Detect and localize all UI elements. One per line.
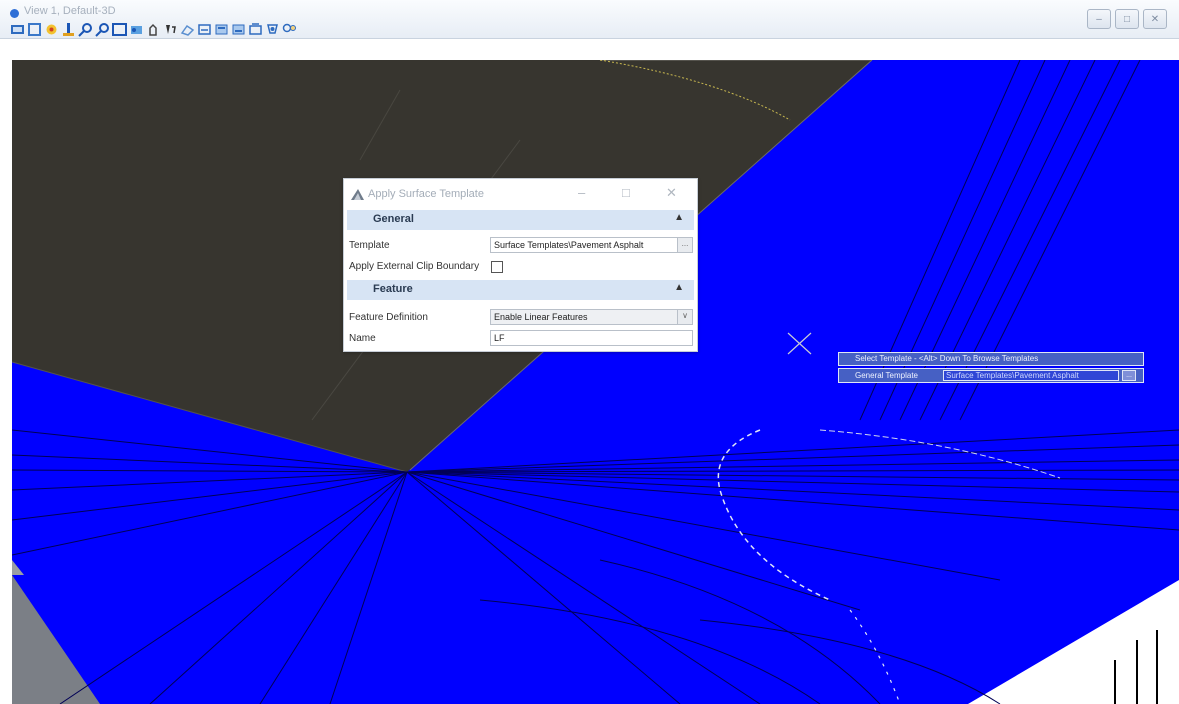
prompt-field-row: General Template Surface Templates\Pavem… [838,368,1144,383]
name-value: LF [494,333,505,343]
restore-icon[interactable]: □ [1115,9,1139,29]
chevron-up-icon[interactable]: ▲ [674,282,684,293]
section-feature[interactable]: Feature ▲ [347,280,694,300]
dialog-minimize-icon[interactable]: – [578,185,585,200]
view-toolbar [10,20,297,38]
prompt-browse-button[interactable]: ... [1122,370,1136,381]
display-style-icon[interactable] [27,22,42,37]
view-attributes-icon[interactable] [10,22,25,37]
zoom-out-icon[interactable] [78,22,93,37]
window-controls: – □ ✕ [1087,9,1167,29]
minimize-icon[interactable]: – [1087,9,1111,29]
prompt-instruction-text: Select Template - <Alt> Down To Browse T… [855,354,1039,363]
template-value: Surface Templates\Pavement Asphalt [494,240,644,250]
dialog-maximize-icon[interactable]: □ [622,185,630,200]
clip-boundary-label: Apply External Clip Boundary [349,261,480,272]
window-title: View 1, Default-3D [24,5,116,17]
dialog-close-icon[interactable]: ✕ [666,185,677,201]
update-view-icon[interactable] [44,22,59,37]
copy-view-icon[interactable] [197,22,212,37]
dialog-titlebar[interactable]: Apply Surface Template – □ ✕ [344,179,697,209]
chevron-down-icon[interactable]: ∨ [677,310,692,324]
name-label: Name [349,333,376,344]
dialog-title: Apply Surface Template [368,188,484,200]
view-icon [10,9,19,18]
pan-view-icon[interactable] [146,22,161,37]
zoom-in-icon[interactable] [61,22,76,37]
section-general[interactable]: General ▲ [347,210,694,230]
browse-template-button[interactable]: ... [677,238,692,252]
template-prompt: Select Template - <Alt> Down To Browse T… [838,352,1144,384]
zoom-tool-icon[interactable] [282,22,297,37]
template-label: Template [349,240,390,251]
walk-icon[interactable] [265,22,280,37]
section-feature-label: Feature [373,283,413,295]
section-general-label: General [373,213,414,225]
template-field[interactable]: Surface Templates\Pavement Asphalt ... [490,237,693,253]
clip-boundary-checkbox[interactable] [491,261,503,273]
view-previous-icon[interactable] [163,22,178,37]
feature-definition-value: Enable Linear Features [494,312,588,322]
window-area-icon[interactable] [95,22,110,37]
fit-view-icon[interactable] [112,22,127,37]
surface-template-icon [350,187,365,202]
general-template-input[interactable]: Surface Templates\Pavement Asphalt [943,370,1119,381]
apply-surface-template-dialog: Apply Surface Template – □ ✕ General ▲ T… [343,178,698,352]
close-icon[interactable]: ✕ [1143,9,1167,29]
clip-volume-icon[interactable] [231,22,246,37]
general-template-value: Surface Templates\Pavement Asphalt [946,371,1079,380]
feature-definition-label: Feature Definition [349,312,428,323]
chevron-up-icon[interactable]: ▲ [674,212,684,223]
feature-definition-select[interactable]: Enable Linear Features ∨ [490,309,693,325]
camera-icon[interactable] [214,22,229,37]
rotate-view-icon[interactable] [129,22,144,37]
clip-mask-icon[interactable] [248,22,263,37]
name-field[interactable]: LF [490,330,693,346]
view-next-icon[interactable] [180,22,195,37]
prompt-instruction: Select Template - <Alt> Down To Browse T… [838,352,1144,366]
prompt-field-label: General Template [855,371,918,380]
view-window-titlebar: View 1, Default-3D – □ ✕ [0,0,1179,39]
